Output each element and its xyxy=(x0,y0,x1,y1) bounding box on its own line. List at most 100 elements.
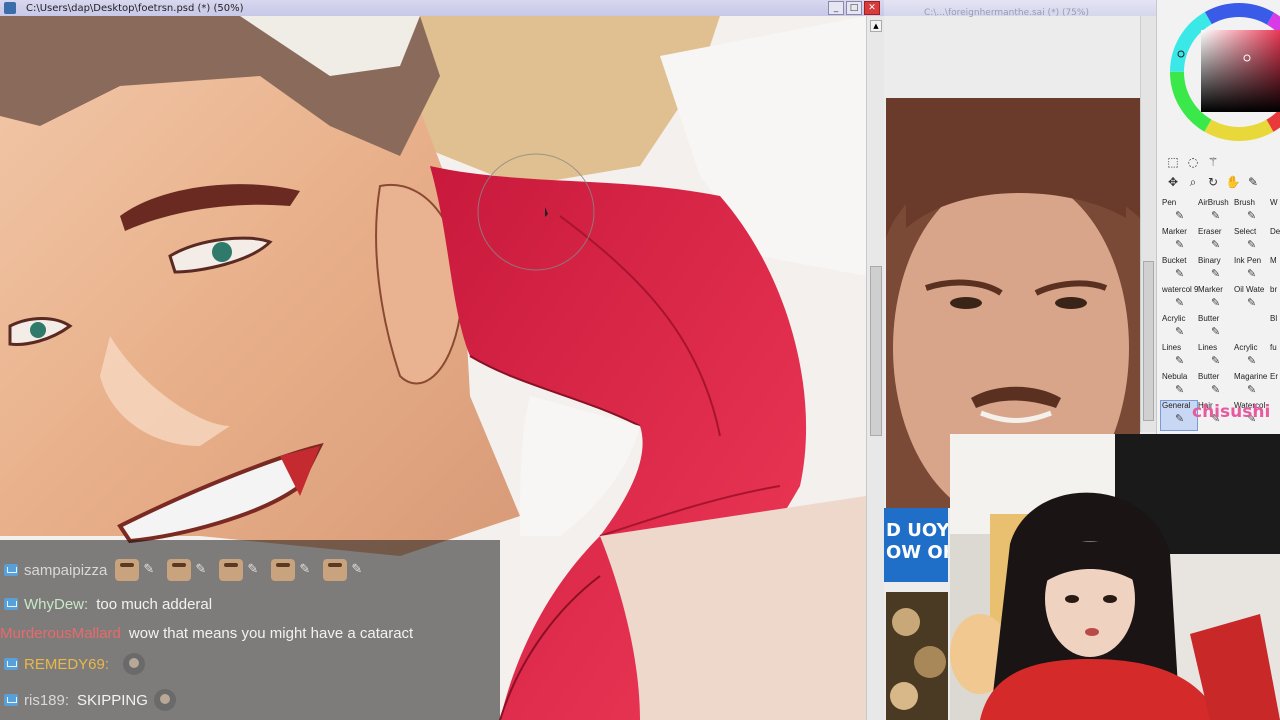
chat-message: sampaipizza ✎ ✎ ✎ ✎ ✎ xyxy=(0,558,375,582)
close-button[interactable]: ✕ xyxy=(864,1,880,15)
brush-cell[interactable]: Acrylic ✎ xyxy=(1233,343,1269,372)
brush-label: Select xyxy=(1234,227,1257,236)
brush-icon: ✎ xyxy=(1175,238,1185,251)
brush-label: W xyxy=(1270,198,1278,207)
hand-icon[interactable]: ✋ xyxy=(1225,174,1241,190)
face-emote-icon xyxy=(123,653,146,675)
scrollbar-thumb[interactable] xyxy=(870,266,882,436)
chat-username[interactable]: sampaipizza xyxy=(24,562,107,579)
tool-panel: ⬚ ◌ ⚚ ✥ ⌕ ↻ ✋ ✎ Pen✎AirBrush✎Brush✎W✎Mar… xyxy=(1156,0,1280,434)
brush-cell[interactable]: Nebula ✎ xyxy=(1161,372,1197,401)
brush-label: Nebula xyxy=(1162,372,1188,381)
stream-banner: D UOY OW OH xyxy=(884,508,948,582)
brush-label: M xyxy=(1270,256,1277,265)
scroll-up-icon[interactable]: ▲ xyxy=(870,20,882,32)
rotate-icon[interactable]: ↻ xyxy=(1205,174,1221,190)
brush-cell[interactable]: Er✎ xyxy=(1269,372,1280,401)
brush-cell[interactable]: AirBrush ✎ xyxy=(1197,198,1233,227)
brush-icon: ✎ xyxy=(1211,383,1221,396)
brush-cell[interactable]: Oil Wate ✎ xyxy=(1233,285,1269,314)
reference-window-titlebar[interactable]: C:\...\foreignhermanthe.sai (*) (75%) xyxy=(884,0,1156,18)
brush-cell[interactable]: Butter ✎ xyxy=(1197,372,1233,401)
brush-label: Acrylic xyxy=(1162,314,1186,323)
magic-wand-icon[interactable]: ⚚ xyxy=(1205,154,1221,170)
brush-label: AirBrush xyxy=(1198,198,1229,207)
maximize-button[interactable]: □ xyxy=(846,1,862,15)
reference-scrollbar-thumb[interactable] xyxy=(1143,261,1154,421)
brush-cell[interactable]: Pen ✎ xyxy=(1161,198,1197,227)
brush-icon: ✎ xyxy=(1247,209,1257,222)
brush-cell[interactable]: watercol 9 ✎ xyxy=(1161,285,1199,314)
brush-label: Acrylic xyxy=(1234,343,1258,352)
brush-label: Bl xyxy=(1270,314,1278,323)
chat-message: ris189: SKIPPING xyxy=(0,688,176,712)
brush-label: Brush xyxy=(1234,198,1255,207)
chat-emote-icon xyxy=(271,559,296,581)
brush-cell[interactable]: Lines ✎ xyxy=(1161,343,1197,372)
chat-username[interactable]: MurderousMallard xyxy=(0,625,121,642)
brush-cell[interactable]: Bucket ✎ xyxy=(1161,256,1197,285)
brush-cell[interactable]: br✎ xyxy=(1269,285,1280,314)
brush-cell[interactable]: Ink Pen ✎ xyxy=(1233,256,1269,285)
eyedropper-icon[interactable]: ✎ xyxy=(1245,174,1261,190)
brush-cell[interactable]: Binary ✎ xyxy=(1197,256,1233,285)
chat-username[interactable]: WhyDew: xyxy=(24,596,88,613)
brush-icon: ✎ xyxy=(1211,296,1221,309)
brush-cell[interactable]: Acrylic ✎ xyxy=(1161,314,1197,343)
brush-cell[interactable]: Bl✎ xyxy=(1269,314,1280,343)
chat-username[interactable]: REMEDY69: xyxy=(24,656,109,673)
brush-icon: ✎ xyxy=(1211,238,1221,251)
brush-cell[interactable]: Butter ✎ xyxy=(1197,314,1233,343)
brush-label: Marker xyxy=(1198,285,1223,294)
subscriber-badge-icon xyxy=(4,694,18,706)
brush-cell[interactable]: Marker ✎ xyxy=(1197,285,1233,314)
brush-cell[interactable]: Eraser ✎ xyxy=(1197,227,1233,256)
brush-icon: ✎ xyxy=(1211,354,1221,367)
brush-cell[interactable]: Brush ✎ xyxy=(1233,198,1269,227)
brush-cell[interactable]: Select ✎ xyxy=(1233,227,1269,256)
brush-label: Magarine xyxy=(1234,372,1268,381)
brush-cell[interactable]: Lines ✎ xyxy=(1197,343,1233,372)
brush-cell[interactable]: W✎ xyxy=(1269,198,1280,227)
chat-message-text: too much adderal xyxy=(96,595,213,613)
brush-cell[interactable]: M✎ xyxy=(1269,256,1280,285)
brush-icon: ✎ xyxy=(1211,209,1221,222)
chat-message: WhyDew: too much adderal xyxy=(0,592,212,616)
brush-label: watercol 9 xyxy=(1162,285,1199,294)
main-window-titlebar[interactable]: C:\Users\dap\Desktop\foetrsn.psd (*) (50… xyxy=(0,0,884,16)
chat-emote-icon xyxy=(219,559,244,581)
brush-label: De xyxy=(1270,227,1280,236)
brush-cell[interactable]: De✎ xyxy=(1269,227,1280,256)
chat-message-text: wow that means you might have a cataract xyxy=(128,624,414,642)
chat-emote-icon xyxy=(323,559,348,581)
banner-line-1: D UOY xyxy=(886,520,948,541)
face-emote-icon xyxy=(153,689,176,711)
select-rect-icon[interactable]: ⬚ xyxy=(1165,154,1181,170)
brush-label: Lines xyxy=(1162,343,1182,352)
zoom-icon[interactable]: ⌕ xyxy=(1185,174,1201,190)
minimize-button[interactable]: _ xyxy=(828,1,844,15)
pencil-emote-icon: ✎ xyxy=(351,562,363,577)
chat-username[interactable]: ris189: xyxy=(24,692,69,709)
artwork-thumbnail xyxy=(886,592,948,720)
chat-message: REMEDY69: xyxy=(0,652,146,676)
brush-cell[interactable] xyxy=(1269,401,1280,430)
brush-label: Binary xyxy=(1198,256,1221,265)
brush-icon: ✎ xyxy=(1175,354,1185,367)
reference-vertical-scrollbar[interactable] xyxy=(1140,16,1156,432)
brush-icon: ✎ xyxy=(1175,267,1185,280)
brush-icon: ✎ xyxy=(1247,238,1257,251)
brush-cell[interactable]: Marker ✎ xyxy=(1161,227,1197,256)
brush-cell[interactable] xyxy=(1233,314,1269,343)
lasso-icon[interactable]: ◌ xyxy=(1185,154,1201,170)
color-wheel[interactable] xyxy=(1167,2,1280,146)
brush-icon: ✎ xyxy=(1247,296,1257,309)
canvas-vertical-scrollbar[interactable]: ▲ xyxy=(866,16,884,720)
chat-message: MurderousMallard wow that means you might… xyxy=(0,621,413,645)
brush-icon: ✎ xyxy=(1247,383,1257,396)
move-icon[interactable]: ✥ xyxy=(1165,174,1181,190)
pencil-emote-icon: ✎ xyxy=(299,562,311,577)
brush-cell[interactable]: Magarine ✎ xyxy=(1233,372,1269,401)
brush-cell[interactable]: fu✎ xyxy=(1269,343,1280,372)
brush-icon: ✎ xyxy=(1175,412,1185,425)
